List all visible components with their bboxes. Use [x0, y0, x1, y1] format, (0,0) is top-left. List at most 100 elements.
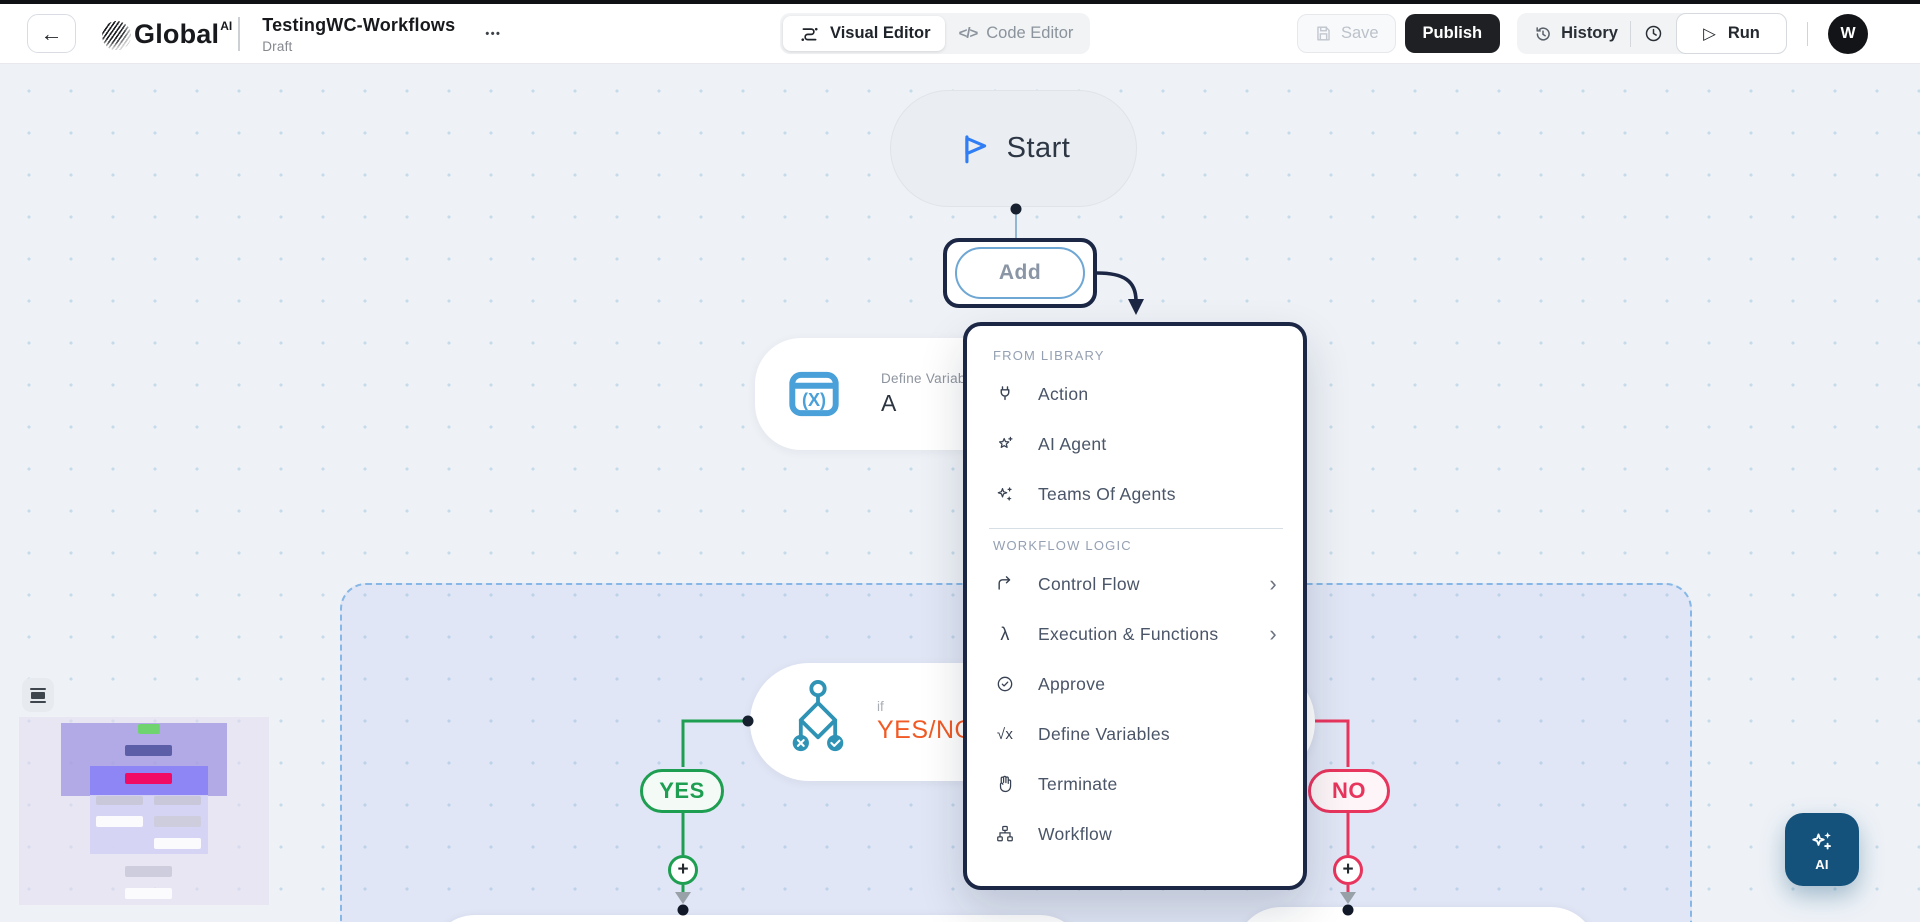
decision-kind: if — [877, 699, 974, 714]
publish-button[interactable]: Publish — [1405, 14, 1501, 53]
chevron-right-icon: › — [1269, 574, 1279, 594]
editor-mode-toggle: Visual Editor </> Code Editor — [780, 13, 1090, 54]
history-button[interactable]: History — [1521, 24, 1630, 44]
decision-diamond-icon — [787, 680, 849, 764]
flag-icon — [957, 132, 991, 166]
ai-assistant-button[interactable]: AI — [1785, 813, 1859, 886]
workflow-title-block: TestingWC-Workflows Draft — [262, 14, 455, 54]
align-center-icon — [30, 701, 46, 703]
back-button[interactable]: ← — [27, 14, 76, 53]
menu-item-label: Teams Of Agents — [1038, 484, 1176, 505]
visual-editor-label: Visual Editor — [830, 24, 931, 43]
chevron-right-icon: › — [1269, 624, 1279, 644]
menu-item-action[interactable]: Action — [989, 369, 1283, 419]
start-node[interactable]: Start — [890, 90, 1137, 207]
avatar-initial: W — [1840, 25, 1855, 43]
minimap-node — [154, 838, 201, 849]
canvas-align-button[interactable] — [22, 678, 54, 712]
header-divider — [1807, 22, 1808, 46]
agent-star-icon — [993, 434, 1017, 454]
publish-label: Publish — [1423, 24, 1483, 43]
add-node-selection: Add — [943, 238, 1097, 308]
brand-logo: Global AI — [102, 17, 232, 51]
align-center-icon — [31, 692, 45, 699]
history-run-group: History ▷ Run — [1517, 13, 1787, 54]
decision-node-label: YES/NO — [877, 716, 974, 745]
menu-item-label: Define Variables — [1038, 724, 1170, 745]
workflow-canvas[interactable]: Start Add (X) Define Variables A if YE — [0, 64, 1920, 922]
define-variables-node-icon: (X) — [783, 363, 845, 425]
menu-section-header: WORKFLOW LOGIC — [993, 538, 1283, 553]
save-button[interactable]: Save — [1297, 14, 1396, 53]
code-editor-label: Code Editor — [986, 24, 1073, 43]
approve-check-icon — [993, 674, 1017, 694]
no-target-node[interactable] — [1235, 907, 1597, 922]
minimap-node — [154, 796, 201, 805]
menu-item-execution-functions[interactable]: λ Execution & Functions › — [989, 609, 1283, 659]
minimap-node — [125, 745, 172, 756]
tab-visual-editor[interactable]: Visual Editor — [783, 16, 945, 51]
minimap-node — [125, 773, 172, 784]
canvas-minimap[interactable] — [19, 717, 269, 905]
schedule-clock-button[interactable] — [1631, 23, 1676, 44]
yes-branch-pill[interactable]: YES — [640, 769, 724, 813]
minimap-node — [125, 888, 172, 899]
add-node-menu: FROM LIBRARY Action AI Agent Teams Of Ag… — [963, 322, 1307, 890]
run-button[interactable]: ▷ Run — [1676, 13, 1787, 54]
browser-top-strip — [0, 0, 1920, 4]
user-avatar[interactable]: W — [1828, 14, 1868, 54]
svg-text:(X): (X) — [802, 390, 826, 410]
more-options-icon[interactable]: ••• — [485, 28, 501, 40]
menu-item-label: Approve — [1038, 674, 1105, 695]
minimap-node — [125, 866, 172, 877]
menu-item-define-variables[interactable]: √x Define Variables — [989, 709, 1283, 759]
history-icon — [1533, 24, 1553, 44]
ai-fab-label: AI — [1815, 857, 1829, 872]
start-node-label: Start — [1007, 132, 1071, 165]
menu-item-teams-of-agents[interactable]: Teams Of Agents — [989, 469, 1283, 519]
back-arrow-icon: ← — [41, 21, 63, 47]
minimap-node — [96, 816, 143, 827]
menu-item-approve[interactable]: Approve — [989, 659, 1283, 709]
no-label: NO — [1332, 778, 1366, 804]
menu-item-label: Control Flow — [1038, 574, 1140, 595]
menu-item-control-flow[interactable]: Control Flow › — [989, 559, 1283, 609]
menu-item-terminate[interactable]: Terminate — [989, 759, 1283, 809]
add-step-yes-button[interactable]: + — [668, 855, 698, 885]
yes-label: YES — [659, 778, 705, 804]
add-label: Add — [999, 261, 1041, 285]
save-label: Save — [1341, 24, 1379, 43]
ai-sparkle-icon — [1807, 828, 1837, 856]
run-label: Run — [1728, 24, 1760, 43]
menu-item-label: Execution & Functions — [1038, 624, 1218, 645]
menu-item-ai-agent[interactable]: AI Agent — [989, 419, 1283, 469]
workflow-nodes-icon — [993, 824, 1017, 844]
sqrt-icon: √x — [993, 726, 1017, 743]
menu-item-label: Terminate — [1038, 774, 1118, 795]
minimap-node — [154, 816, 201, 827]
minimap-node — [138, 724, 160, 734]
lambda-icon: λ — [993, 624, 1017, 645]
header-right-group: Save Publish History ▷ Run W — [1297, 13, 1920, 54]
top-toolbar: ← Global AI TestingWC-Workflows Draft ••… — [0, 4, 1920, 64]
clock-icon — [1643, 23, 1664, 44]
menu-item-workflow[interactable]: Workflow — [989, 809, 1283, 859]
play-icon: ▷ — [1703, 24, 1716, 44]
no-branch-pill[interactable]: NO — [1308, 769, 1390, 813]
menu-divider — [989, 528, 1283, 529]
save-floppy-icon — [1314, 24, 1333, 43]
sparkles-icon — [993, 484, 1017, 504]
plug-icon — [993, 384, 1017, 404]
brand-name: Global — [134, 17, 219, 51]
tab-code-editor[interactable]: </> Code Editor — [945, 16, 1088, 51]
add-button[interactable]: Add — [955, 247, 1085, 299]
yes-target-node[interactable] — [430, 915, 1085, 922]
control-flow-icon — [993, 574, 1017, 594]
history-label: History — [1561, 24, 1618, 43]
minimap-node — [96, 796, 143, 805]
header-left-group: ← Global AI TestingWC-Workflows Draft ••… — [0, 14, 501, 54]
decision-node-texts: if YES/NO — [877, 699, 974, 745]
code-brackets-icon: </> — [959, 25, 978, 42]
add-step-no-button[interactable]: + — [1333, 855, 1363, 885]
globe-sphere-icon — [102, 21, 131, 50]
